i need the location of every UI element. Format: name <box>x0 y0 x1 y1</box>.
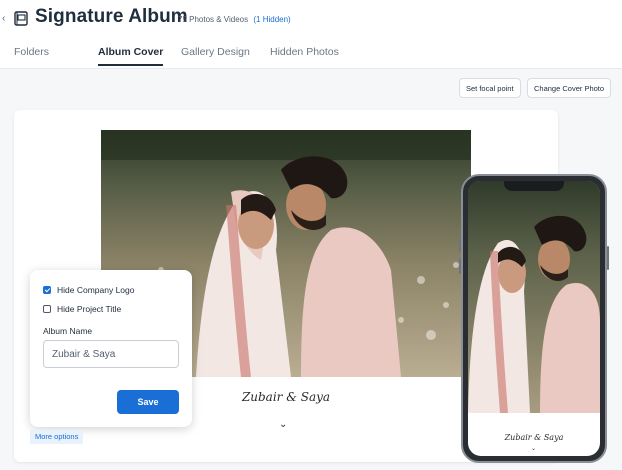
tab-hidden-photos[interactable]: Hidden Photos <box>270 46 339 64</box>
header-bar: ‹ Signature Album 75 Photos & Videos (1 … <box>0 0 622 69</box>
album-name-input[interactable] <box>43 340 179 368</box>
tab-gallery-design[interactable]: Gallery Design <box>181 46 250 64</box>
save-button[interactable]: Save <box>117 390 179 414</box>
phone-volume-button <box>459 258 461 274</box>
hide-title-label: Hide Project Title <box>57 304 122 314</box>
hidden-count-link[interactable]: (1 Hidden) <box>253 15 290 24</box>
hide-logo-checkbox[interactable] <box>43 285 51 294</box>
album-name-label: Album Name <box>43 326 93 336</box>
cover-couple-name: Zubair & Saya <box>241 390 331 404</box>
tab-folders[interactable]: Folders <box>14 46 49 64</box>
chevron-down-icon[interactable]: ⌄ <box>279 419 287 430</box>
page-title: Signature Album <box>35 6 188 27</box>
phone-volume-button <box>459 236 461 252</box>
cover-options-popover: Hide Company Logo Hide Project Title Alb… <box>30 270 192 427</box>
phone-power-button <box>607 246 609 270</box>
photo-count-text: 75 Photos & Videos <box>178 15 249 24</box>
phone-preview: Zubair & Saya ⌄ <box>459 174 609 463</box>
hide-title-option[interactable]: Hide Project Title <box>43 304 121 314</box>
set-focal-point-button[interactable]: Set focal point <box>459 78 521 98</box>
more-options-link[interactable]: More options <box>30 430 84 444</box>
album-icon <box>14 11 28 26</box>
phone-screen: Zubair & Saya ⌄ <box>468 181 600 456</box>
tab-bar: Folders Album Cover Gallery Design Hidde… <box>0 40 622 68</box>
change-cover-photo-button[interactable]: Change Cover Photo <box>527 78 612 98</box>
hide-logo-option[interactable]: Hide Company Logo <box>43 285 135 295</box>
phone-notch <box>504 181 564 191</box>
phone-cover-photo <box>468 181 600 413</box>
phone-couple-name: Zubair & Saya <box>504 433 564 442</box>
chevron-down-icon: ⌄ <box>531 446 537 452</box>
hide-logo-label: Hide Company Logo <box>57 285 135 295</box>
hide-title-checkbox[interactable] <box>43 304 51 313</box>
couple-photo-image <box>468 181 600 413</box>
tab-album-cover[interactable]: Album Cover <box>98 46 164 66</box>
chevron-left-icon[interactable]: ‹ <box>2 13 5 24</box>
photo-count: 75 Photos & Videos (1 Hidden) <box>178 15 291 24</box>
